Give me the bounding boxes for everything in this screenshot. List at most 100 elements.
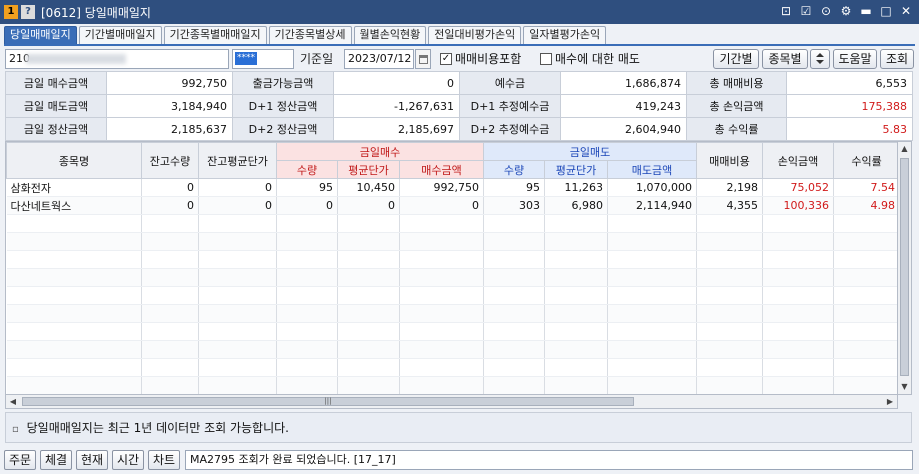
tab-daily-journal[interactable]: 당일매매일지 bbox=[4, 26, 77, 44]
scroll-down-icon[interactable]: ▼ bbox=[898, 380, 911, 394]
scroll-left-icon[interactable]: ◀ bbox=[6, 395, 20, 408]
include-fee-check-icon: ✓ bbox=[440, 53, 452, 65]
summary-label: 금일 매수금액 bbox=[5, 71, 107, 95]
maximize-icon[interactable]: □ bbox=[879, 4, 893, 19]
current-price-button[interactable]: 현재 bbox=[76, 450, 108, 470]
account-field[interactable]: 210- bbox=[5, 49, 229, 69]
tab-bar: 당일매매일지 기간별매매일지 기간종목별매매일지 기간종목별상세 월별손익현황 … bbox=[4, 26, 608, 44]
cell-name: 삼화전자 bbox=[6, 178, 142, 197]
cell-name: 다산네트웍스 bbox=[6, 196, 142, 215]
summary-label: 총 손익금액 bbox=[686, 94, 787, 118]
close-icon[interactable]: ✕ bbox=[899, 4, 913, 19]
summary-value: 5.83 bbox=[786, 117, 913, 141]
date-label: 기준일 bbox=[300, 52, 334, 66]
buy-sell-check-icon bbox=[540, 53, 552, 65]
item-button[interactable]: 종목별 bbox=[762, 49, 808, 69]
buy-sell-checkbox[interactable]: 매수에 대한 매도 bbox=[540, 49, 660, 69]
scroll-right-icon[interactable]: ▶ bbox=[883, 395, 897, 408]
tab-daily-valuation[interactable]: 일자별평가손익 bbox=[523, 26, 607, 44]
vertical-scrollbar[interactable]: ▲ ▼ bbox=[898, 141, 912, 395]
chart-button[interactable]: 차트 bbox=[148, 450, 180, 470]
help-button[interactable]: 도움말 bbox=[833, 49, 877, 69]
tab-period-item-journal[interactable]: 기간종목별매매일지 bbox=[163, 26, 267, 44]
cell-sell-qty: 303 bbox=[483, 196, 546, 215]
col-header-pnl[interactable]: 손익금액 bbox=[762, 142, 835, 179]
cell-sell-qty: 95 bbox=[483, 178, 546, 197]
cell-hold-avg: 0 bbox=[198, 178, 277, 197]
buy-sell-label: 매수에 대한 매도 bbox=[555, 52, 640, 66]
col-header-fee[interactable]: 매매비용 bbox=[696, 142, 764, 179]
table-row[interactable]: 다산네트웍스 0 0 0 0 0 303 6,980 2,114,940 4,3… bbox=[6, 196, 897, 215]
tab-period-item-detail[interactable]: 기간종목별상세 bbox=[268, 26, 352, 44]
summary-label: 출금가능금액 bbox=[232, 71, 334, 95]
col-header-buy-amt[interactable]: 매수금액 bbox=[398, 160, 485, 179]
cell-sell-amt: 1,070,000 bbox=[607, 178, 698, 197]
col-header-buy-avg[interactable]: 평균단가 bbox=[337, 160, 400, 179]
cell-buy-avg: 0 bbox=[337, 196, 400, 215]
gear-icon[interactable]: ⚙ bbox=[839, 4, 853, 19]
spin-button[interactable] bbox=[810, 49, 830, 69]
cell-pnl: 75,052 bbox=[762, 178, 835, 197]
table-row-empty bbox=[6, 376, 897, 394]
trade-grid[interactable]: 종목명 잔고수량 잔고평균단가 금일매수 금일매도 매매비용 손익금액 수익률 … bbox=[5, 141, 898, 395]
cell-hold-qty: 0 bbox=[141, 196, 199, 215]
camera-icon[interactable]: ⊙ bbox=[819, 4, 833, 19]
window-title: [0612] 당일매매일지 bbox=[41, 5, 151, 20]
execution-button[interactable]: 체결 bbox=[40, 450, 72, 470]
summary-label: D+1 정산금액 bbox=[232, 94, 334, 118]
tab-underline bbox=[4, 44, 915, 46]
period-button[interactable]: 기간별 bbox=[713, 49, 759, 69]
cell-sell-avg: 11,263 bbox=[544, 178, 609, 197]
table-row[interactable]: 삼화전자 0 0 95 10,450 992,750 95 11,263 1,0… bbox=[6, 178, 897, 197]
summary-table: 금일 매수금액 992,750 출금가능금액 0 예수금 1,686,874 총… bbox=[5, 71, 913, 141]
title-bar: 1 ? [0612] 당일매매일지 ⊡ ☑ ⊙ ⚙ ▬ □ ✕ bbox=[0, 0, 919, 24]
table-row-empty bbox=[6, 232, 897, 251]
col-header-hold-qty[interactable]: 잔고수량 bbox=[141, 142, 199, 179]
calendar-icon[interactable] bbox=[415, 49, 431, 69]
status-bar: 주문 체결 현재 시간 차트 MA2795 조회가 완료 되었습니다. [17_… bbox=[0, 448, 919, 474]
vertical-scroll-thumb[interactable] bbox=[900, 158, 909, 376]
col-header-rate[interactable]: 수익률 bbox=[833, 142, 897, 179]
summary-value: 6,553 bbox=[786, 71, 913, 95]
cell-fee: 4,355 bbox=[696, 196, 764, 215]
screen-link-icon[interactable]: ⊡ bbox=[779, 4, 793, 19]
col-group-buy: 금일매수 bbox=[275, 142, 485, 161]
col-group-sell: 금일매도 bbox=[483, 142, 698, 161]
col-header-buy-qty[interactable]: 수량 bbox=[276, 160, 338, 179]
col-header-sell-amt[interactable]: 매도금액 bbox=[607, 160, 698, 179]
password-field[interactable]: **** bbox=[232, 49, 294, 69]
minimize-icon[interactable]: ▬ bbox=[859, 4, 873, 19]
horizontal-scrollbar[interactable]: ◀ ||| ▶ bbox=[5, 395, 898, 409]
include-fee-checkbox[interactable]: ✓ 매매비용포함 bbox=[440, 49, 536, 69]
cell-fee: 2,198 bbox=[696, 178, 764, 197]
col-header-hold-avg[interactable]: 잔고평균단가 bbox=[198, 142, 277, 179]
table-row-empty bbox=[6, 304, 897, 323]
tab-monthly-pnl[interactable]: 월별손익현황 bbox=[353, 26, 427, 44]
col-header-sell-qty[interactable]: 수량 bbox=[483, 160, 546, 179]
time-button[interactable]: 시간 bbox=[112, 450, 144, 470]
window-number-badge[interactable]: 1 bbox=[4, 5, 18, 19]
include-fee-label: 매매비용포함 bbox=[455, 52, 522, 66]
cell-buy-qty: 0 bbox=[276, 196, 338, 215]
col-header-sell-avg[interactable]: 평균단가 bbox=[544, 160, 609, 179]
summary-value: 2,185,637 bbox=[106, 117, 233, 141]
summary-label: 총 수익률 bbox=[686, 117, 787, 141]
horizontal-scroll-thumb[interactable]: ||| bbox=[22, 397, 634, 406]
order-button[interactable]: 주문 bbox=[4, 450, 36, 470]
summary-value: 175,388 bbox=[786, 94, 913, 118]
status-message: MA2795 조회가 완료 되었습니다. [17_17] bbox=[185, 450, 913, 470]
summary-label: 총 매매비용 bbox=[686, 71, 787, 95]
checkbox-icon[interactable]: ☑ bbox=[799, 4, 813, 19]
help-icon[interactable]: ? bbox=[21, 5, 35, 19]
query-button[interactable]: 조회 bbox=[880, 49, 914, 69]
cell-buy-avg: 10,450 bbox=[337, 178, 400, 197]
table-row-empty bbox=[6, 214, 897, 233]
col-header-name[interactable]: 종목명 bbox=[6, 142, 142, 179]
tab-period-journal[interactable]: 기간별매매일지 bbox=[78, 26, 162, 44]
date-input[interactable]: 2023/07/12 bbox=[344, 49, 414, 69]
scroll-up-icon[interactable]: ▲ bbox=[898, 142, 911, 156]
notice-bar: ▫ 당일매매일지는 최근 1년 데이터만 조회 가능합니다. bbox=[5, 412, 912, 443]
notice-text: 당일매매일지는 최근 1년 데이터만 조회 가능합니다. bbox=[26, 421, 289, 435]
tab-prev-day-valuation[interactable]: 전일대비평가손익 bbox=[428, 26, 522, 44]
cell-rate: 7.54 bbox=[833, 178, 897, 197]
